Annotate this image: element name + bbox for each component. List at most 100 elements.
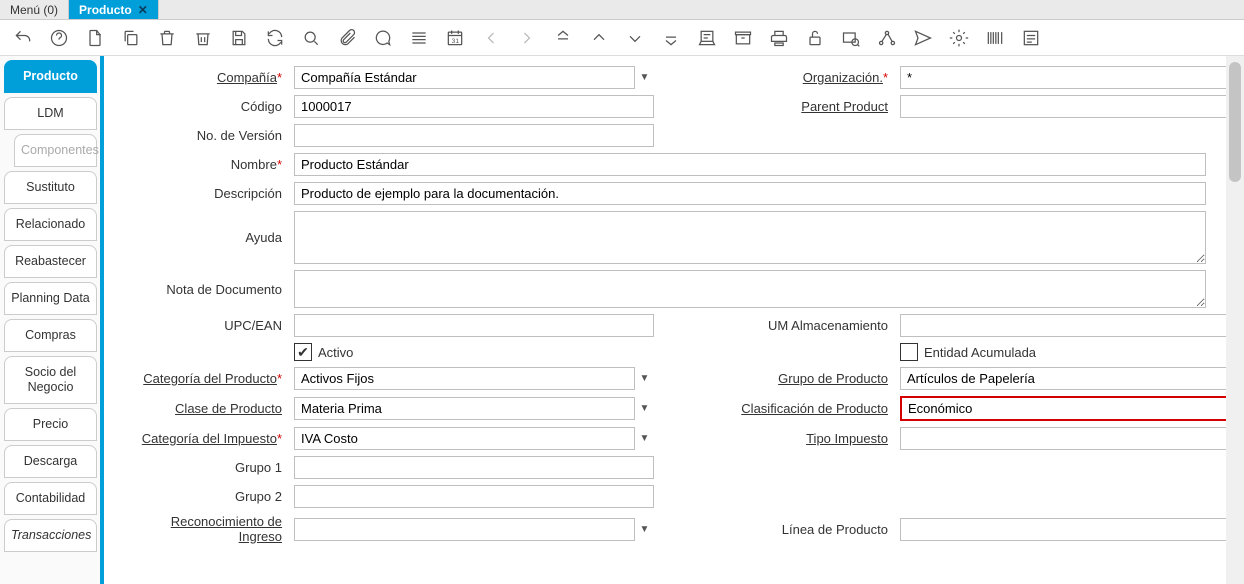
tab-producto[interactable]: Producto ✕ [69, 0, 159, 19]
sidetab-producto[interactable]: Producto [4, 60, 97, 93]
sidetab-descarga[interactable]: Descarga [4, 445, 97, 478]
archive-button[interactable] [730, 25, 756, 51]
scrollbar-thumb[interactable] [1229, 62, 1241, 182]
field-parent-product[interactable]: ▼ [900, 95, 1226, 118]
down-button[interactable] [622, 25, 648, 51]
input-descripcion[interactable] [294, 182, 1206, 205]
input-nombre[interactable] [294, 153, 1206, 176]
send-button[interactable] [910, 25, 936, 51]
save-button[interactable] [226, 25, 252, 51]
chevron-down-icon[interactable]: ▼ [634, 427, 654, 450]
input-grupo2[interactable] [294, 485, 654, 508]
label-grupo1: Grupo 1 [128, 460, 286, 475]
label-grupo2: Grupo 2 [128, 489, 286, 504]
tab-menu[interactable]: Menú (0) [0, 0, 69, 19]
input-organizacion[interactable] [900, 66, 1226, 89]
checkbox-entidad-acum[interactable]: Entidad Acumulada [900, 343, 1226, 361]
input-um-alm[interactable] [900, 314, 1226, 337]
grid-button[interactable] [406, 25, 432, 51]
input-clase-producto[interactable] [294, 397, 654, 420]
input-tipo-impuesto[interactable] [900, 427, 1226, 450]
chevron-down-icon[interactable]: ▼ [634, 66, 654, 89]
delete2-button[interactable] [190, 25, 216, 51]
workflow-button[interactable] [874, 25, 900, 51]
label-nombre: Nombre* [128, 157, 286, 172]
input-recon-ingreso[interactable] [294, 518, 654, 541]
checkbox-activo-label: Activo [318, 345, 353, 360]
zoom-button[interactable] [838, 25, 864, 51]
label-um-alm: UM Almacenamiento [662, 318, 892, 333]
label-codigo: Código [128, 99, 286, 114]
field-clase-producto[interactable]: ▼ [294, 397, 654, 420]
sidetab-relacionado[interactable]: Relacionado [4, 208, 97, 241]
chevron-down-icon[interactable]: ▼ [634, 367, 654, 390]
label-organizacion: Organización.* [662, 70, 892, 85]
input-clasif-producto[interactable] [902, 398, 1226, 419]
first-button[interactable] [550, 25, 576, 51]
new-button[interactable] [82, 25, 108, 51]
label-cat-impuesto: Categoría del Impuesto* [128, 431, 286, 446]
field-clasif-producto[interactable]: ▼ [900, 396, 1226, 421]
input-no-version[interactable] [294, 124, 654, 147]
calendar-button[interactable]: 31 [442, 25, 468, 51]
sidetab-ldm[interactable]: LDM [4, 97, 97, 130]
field-organizacion[interactable]: ▼ [900, 66, 1226, 89]
input-grupo-producto[interactable] [900, 367, 1226, 390]
sidetab-precio[interactable]: Precio [4, 408, 97, 441]
print-button[interactable] [766, 25, 792, 51]
checkbox-activo[interactable]: ✔ Activo [294, 343, 654, 361]
input-linea-producto[interactable] [900, 518, 1226, 541]
input-parent-product[interactable] [900, 95, 1226, 118]
sidetab-transacciones[interactable]: Transacciones [4, 519, 97, 552]
field-cat-producto[interactable]: ▼ [294, 367, 654, 390]
undo-button[interactable] [10, 25, 36, 51]
sidetab-contabilidad[interactable]: Contabilidad [4, 482, 97, 515]
sidetab-compras[interactable]: Compras [4, 319, 97, 352]
check-icon [900, 343, 918, 361]
help-button[interactable] [46, 25, 72, 51]
field-recon-ingreso[interactable]: ▼ [294, 518, 654, 541]
input-ayuda[interactable] [294, 211, 1206, 264]
search-button[interactable] [298, 25, 324, 51]
attach-button[interactable] [334, 25, 360, 51]
vertical-scrollbar[interactable] [1226, 56, 1244, 584]
label-cat-producto: Categoría del Producto* [128, 371, 286, 386]
close-icon[interactable]: ✕ [138, 3, 148, 17]
input-grupo1[interactable] [294, 456, 654, 479]
input-nota-doc[interactable] [294, 270, 1206, 308]
sidetab-socio[interactable]: Socio del Negocio [4, 356, 97, 404]
sidetab-sustituto[interactable]: Sustituto [4, 171, 97, 204]
input-compania[interactable] [294, 66, 654, 89]
form-button[interactable] [1018, 25, 1044, 51]
report-button[interactable] [694, 25, 720, 51]
delete-button[interactable] [154, 25, 180, 51]
field-cat-impuesto[interactable]: ▼ [294, 427, 654, 450]
prev-button[interactable] [478, 25, 504, 51]
input-upc[interactable] [294, 314, 654, 337]
field-tipo-impuesto[interactable]: ▼ [900, 427, 1226, 450]
up-button[interactable] [586, 25, 612, 51]
barcode-button[interactable] [982, 25, 1008, 51]
label-nota-doc: Nota de Documento [128, 282, 286, 297]
last-button[interactable] [658, 25, 684, 51]
field-compania[interactable]: ▼ [294, 66, 654, 89]
copy-button[interactable] [118, 25, 144, 51]
chevron-down-icon[interactable]: ▼ [634, 518, 654, 541]
chat-button[interactable] [370, 25, 396, 51]
sidetab-reabastecer[interactable]: Reabastecer [4, 245, 97, 278]
label-clase-producto: Clase de Producto [128, 401, 286, 416]
next-button[interactable] [514, 25, 540, 51]
input-codigo[interactable] [294, 95, 654, 118]
input-cat-producto[interactable] [294, 367, 654, 390]
refresh-button[interactable] [262, 25, 288, 51]
chevron-down-icon[interactable]: ▼ [634, 397, 654, 420]
input-cat-impuesto[interactable] [294, 427, 654, 450]
gear-button[interactable] [946, 25, 972, 51]
sidetab-componentes[interactable]: Componentes [14, 134, 97, 167]
sidetab-planning[interactable]: Planning Data [4, 282, 97, 315]
lock-button[interactable] [802, 25, 828, 51]
tab-menu-label: Menú (0) [10, 3, 58, 17]
field-grupo-producto[interactable]: ▼ [900, 367, 1226, 390]
checkbox-entidad-acum-label: Entidad Acumulada [924, 345, 1036, 360]
svg-text:31: 31 [452, 38, 460, 45]
